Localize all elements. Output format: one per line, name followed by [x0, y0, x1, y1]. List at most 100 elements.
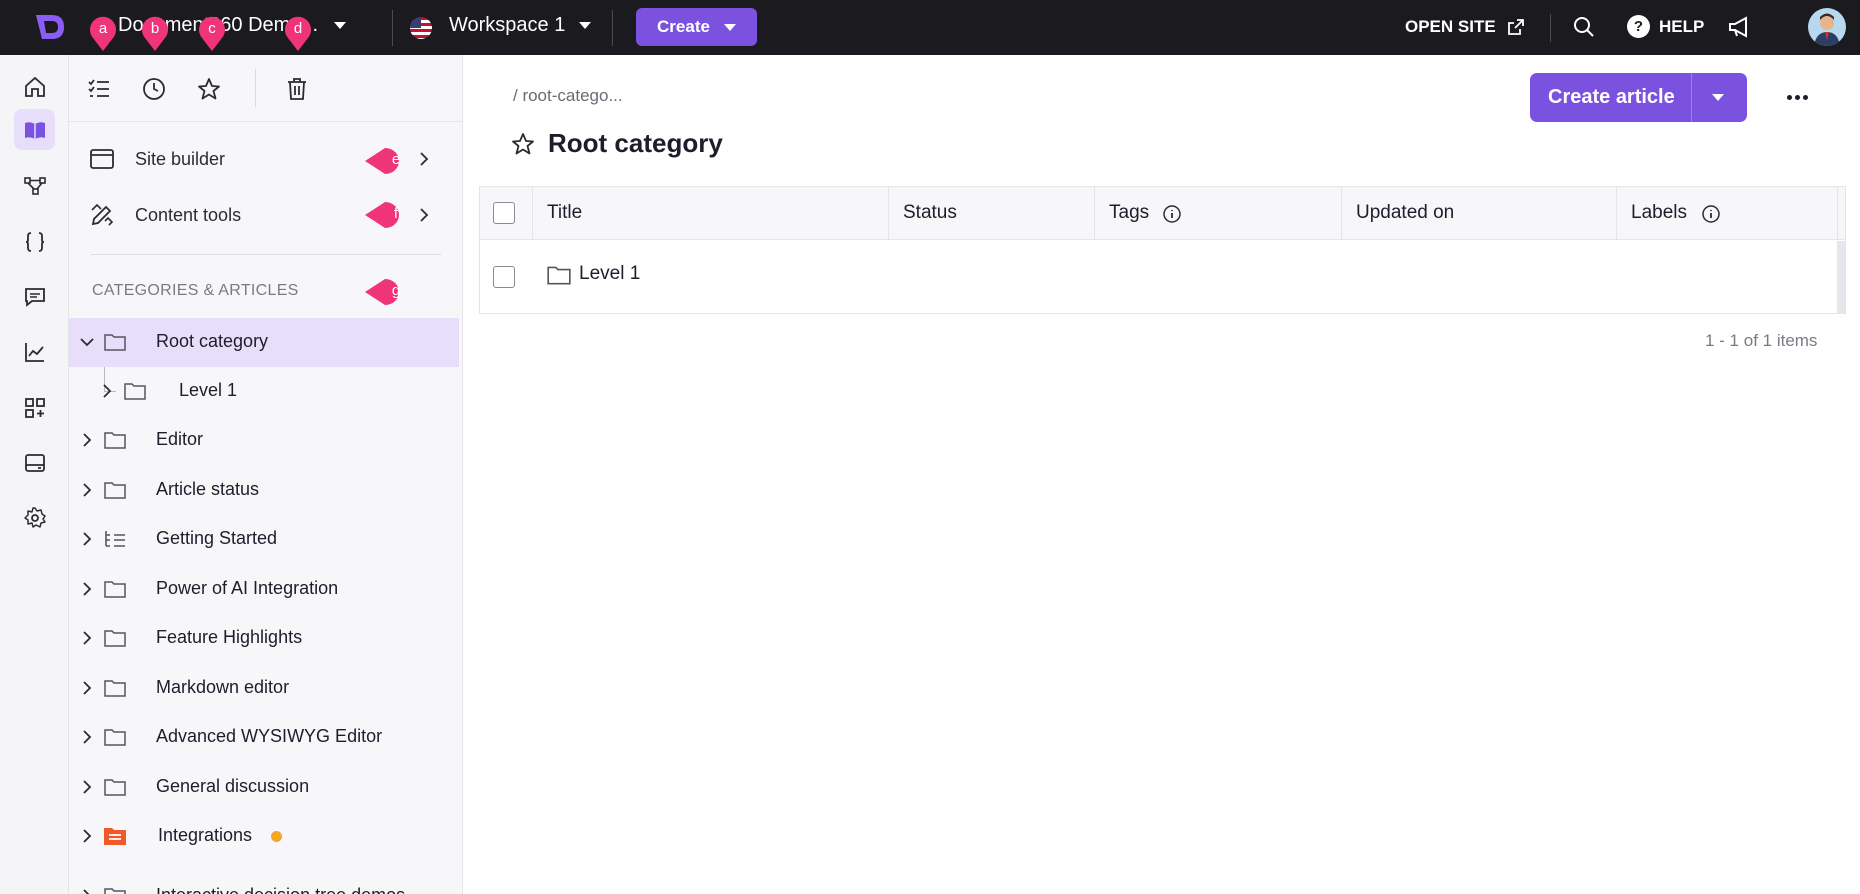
callout-marker-f: f [363, 199, 419, 231]
chevron-right-icon[interactable] [80, 681, 94, 695]
rail-apps[interactable] [14, 387, 55, 428]
create-article-button[interactable]: Create article [1530, 73, 1747, 122]
rail-analytics[interactable] [14, 331, 55, 372]
row-title[interactable]: Level 1 [579, 263, 640, 285]
tree-item-root-category[interactable]: Root category [69, 318, 459, 367]
tree-item-advanced-wysiwyg[interactable]: Advanced WYSIWYG Editor [69, 713, 459, 762]
callout-marker-b: b [140, 14, 170, 52]
column-title[interactable]: Title [533, 187, 889, 240]
row-checkbox[interactable] [493, 266, 515, 288]
chevron-right-icon[interactable] [80, 532, 94, 546]
divider [1691, 73, 1692, 122]
tree-item-label: Article status [156, 479, 260, 499]
table-row[interactable]: Level 1 [480, 241, 1838, 313]
divider [612, 10, 613, 46]
create-label: Create [657, 17, 710, 36]
tree-item-label: Feature Highlights [156, 627, 303, 647]
column-tags[interactable]: Tags [1095, 187, 1342, 240]
chevron-right-icon[interactable] [80, 730, 94, 744]
settings-icon [23, 506, 46, 528]
external-link-icon [1507, 19, 1524, 35]
page-header: Root category [510, 128, 723, 159]
help-label: HELP [1659, 16, 1705, 36]
create-button[interactable]: Create [636, 8, 757, 46]
search-icon[interactable] [1572, 15, 1596, 39]
user-avatar[interactable] [1808, 8, 1846, 46]
chevron-right-icon[interactable] [80, 483, 94, 497]
tree-item-editor[interactable]: Editor [69, 416, 459, 465]
folder-icon [547, 266, 571, 285]
select-all-checkbox[interactable] [493, 202, 515, 224]
folder-icon [104, 581, 126, 598]
tree-item-power-of-ai[interactable]: Power of AI Integration [69, 565, 459, 614]
clock-icon [143, 78, 165, 100]
chevron-right-icon[interactable] [80, 631, 94, 645]
divider [91, 254, 441, 255]
star-icon[interactable] [510, 131, 536, 157]
more-options-button[interactable] [1782, 84, 1812, 110]
callout-marker-d: d [283, 14, 313, 52]
dot [1802, 94, 1808, 100]
chevron-right-icon[interactable] [80, 780, 94, 794]
callout-marker-g: g [363, 276, 419, 308]
chevron-right-icon[interactable] [100, 384, 114, 398]
tree-item-label: Getting Started [156, 528, 278, 548]
callout-letter: c [208, 20, 216, 37]
tree-item-label: Integrations [158, 825, 253, 845]
tree-item-markdown-editor[interactable]: Markdown editor [69, 664, 459, 713]
tree-item-interactive-decision-tree[interactable]: Interactive decision tree demos [69, 862, 459, 894]
colored-folder-icon [104, 828, 126, 845]
info-icon[interactable] [1701, 204, 1721, 224]
tree-item-level-1[interactable]: Level 1 [69, 367, 459, 416]
folder-icon [104, 888, 126, 894]
tree-item-general-discussion[interactable]: General discussion [69, 763, 459, 812]
tree-item-getting-started[interactable]: Getting Started [69, 515, 459, 564]
starred-button[interactable] [195, 75, 223, 103]
folder-icon [104, 482, 126, 499]
tree-item-label: Markdown editor [156, 677, 290, 697]
rail-feedback[interactable] [14, 276, 55, 317]
folder-icon [104, 334, 126, 351]
recycle-bin-button[interactable] [283, 75, 311, 103]
rail-home[interactable] [14, 66, 55, 107]
rail-workflow[interactable] [14, 165, 55, 206]
column-status-label: Status [903, 202, 957, 223]
open-site-link[interactable]: OPEN SITE [1405, 17, 1526, 37]
tree-item-label: Interactive decision tree demos [156, 885, 405, 894]
chevron-down-icon[interactable] [80, 335, 94, 349]
workspace-switcher[interactable]: Workspace 1 [449, 14, 592, 37]
callout-letter: f [393, 205, 399, 222]
chevron-right-icon[interactable] [80, 889, 94, 894]
rail-settings[interactable] [14, 497, 55, 538]
chevron-down-icon[interactable] [1712, 94, 1724, 101]
table-scrollbar[interactable] [1837, 241, 1845, 313]
folder-icon [104, 729, 126, 746]
recent-button[interactable] [140, 75, 168, 103]
chevron-right-icon[interactable] [80, 582, 94, 596]
column-updated-on[interactable]: Updated on [1342, 187, 1617, 240]
rail-knowledge-base[interactable] [14, 109, 55, 150]
pagination-summary: 1 - 1 of 1 items [1705, 331, 1818, 350]
tree-item-integrations[interactable]: Integrations [69, 812, 459, 861]
megaphone-icon[interactable] [1727, 14, 1753, 40]
tree-item-article-status[interactable]: Article status [69, 466, 459, 515]
tree-item-label: General discussion [156, 776, 310, 796]
tree-item-feature-highlights[interactable]: Feature Highlights [69, 614, 459, 663]
create-article-label: Create article [1548, 86, 1675, 108]
callout-letter: e [391, 151, 401, 168]
breadcrumb[interactable]: / root-catego... [513, 86, 623, 106]
column-status[interactable]: Status [889, 187, 1095, 240]
chevron-right-icon[interactable] [80, 829, 94, 843]
folder-icon [104, 779, 126, 796]
info-icon[interactable] [1162, 204, 1182, 224]
column-labels[interactable]: Labels [1617, 187, 1838, 240]
rail-api[interactable] [14, 221, 55, 262]
all-articles-button[interactable] [85, 75, 113, 103]
rail-drive[interactable] [14, 442, 55, 483]
chevron-right-icon[interactable] [80, 433, 94, 447]
help-button[interactable]: ? HELP [1627, 15, 1704, 38]
callout-letter: b [150, 20, 160, 37]
open-site-label: OPEN SITE [1405, 17, 1496, 36]
document360-logo[interactable] [30, 7, 70, 47]
browser-window-icon [90, 149, 114, 169]
